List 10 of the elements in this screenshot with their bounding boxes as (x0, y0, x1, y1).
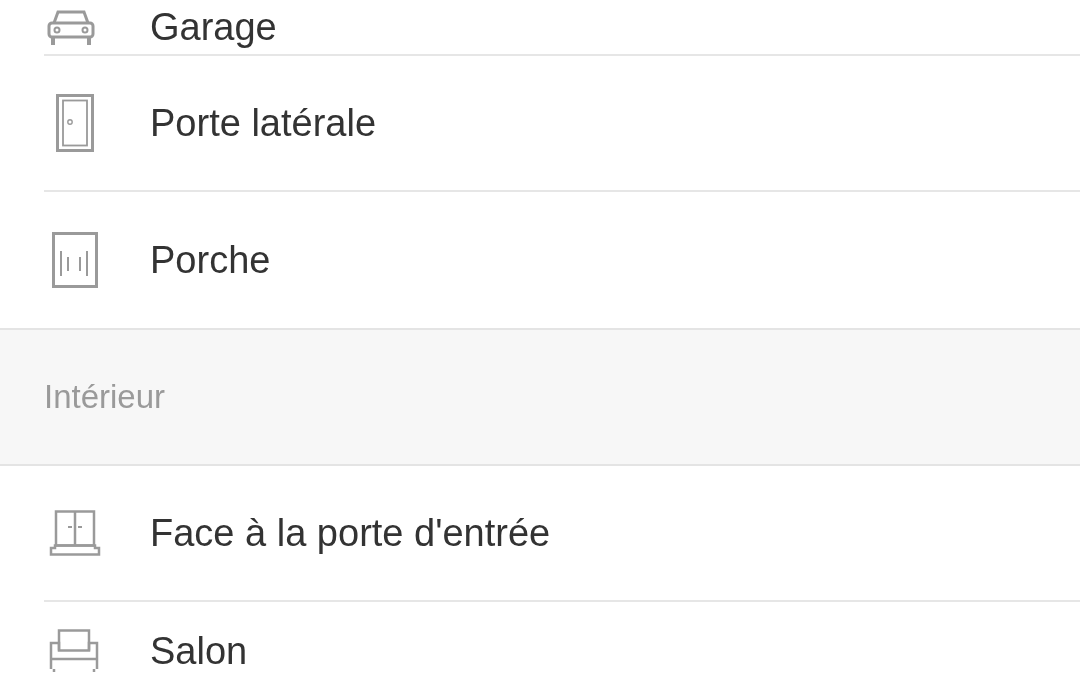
list-item-label[interactable]: Porte latérale (150, 101, 376, 145)
door-icon (56, 94, 94, 152)
sofa-icon (48, 629, 100, 673)
list-item-label[interactable]: Face à la porte d'entrée (150, 511, 551, 555)
list-item-label[interactable]: Garage (150, 5, 277, 49)
section-header: Intérieur (0, 328, 1080, 466)
panel-icon (52, 232, 98, 288)
list-item-label[interactable]: Salon (150, 629, 248, 673)
list-item-label[interactable]: Porche (150, 238, 271, 282)
window-icon (49, 510, 101, 556)
